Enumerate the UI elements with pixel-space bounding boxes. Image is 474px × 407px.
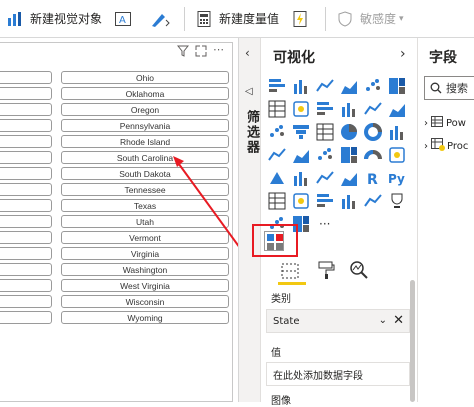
decomposition-tree-icon[interactable]: [291, 191, 311, 211]
treemap-icon[interactable]: [387, 122, 407, 142]
matrix-icon[interactable]: [339, 168, 359, 188]
category-field-well[interactable]: State ⌄ ✕: [266, 309, 410, 333]
shield-icon: [336, 10, 354, 28]
quick-measure-icon: [291, 10, 309, 28]
donut-icon[interactable]: [363, 122, 383, 142]
active-tab-indicator: [278, 282, 306, 285]
trophy-icon[interactable]: [387, 191, 407, 211]
filled-map-icon[interactable]: [291, 145, 311, 165]
svg-text:R: R: [367, 172, 378, 188]
image-label: 图像: [271, 396, 291, 407]
ribbon-divider: [184, 6, 186, 31]
category-field-value: State: [273, 315, 300, 327]
format-paint-roller-icon[interactable]: [317, 260, 335, 284]
table-name: Pow: [446, 117, 466, 129]
table-icon: [431, 116, 443, 130]
filter-pane-toggle-icon[interactable]: ◁: [245, 86, 253, 97]
field-table-item[interactable]: › Proc: [424, 138, 468, 154]
search-placeholder: 搜索: [446, 82, 468, 95]
chevron-down-icon: ▾: [399, 13, 404, 24]
stacked-column-icon[interactable]: [291, 76, 311, 96]
value-placeholder: 在此处添加数据字段: [273, 370, 363, 382]
new-visual-label: 新建视觉对象: [30, 12, 103, 26]
new-visual-icon: [6, 10, 24, 28]
chevron-right-icon[interactable]: ›: [400, 46, 406, 62]
highlight-box: [252, 224, 298, 257]
viz-pane-title: 可视化: [273, 50, 315, 66]
kpi-icon[interactable]: [267, 168, 287, 188]
value-label: 值: [271, 348, 281, 359]
report-canvas: ⋯ Ohio Oklahoma Oregon Pennsylvania Rhode Is…: [0, 38, 257, 402]
table-icon[interactable]: [315, 168, 335, 188]
close-icon[interactable]: ✕: [393, 313, 404, 328]
field-table-item[interactable]: › Pow: [424, 116, 466, 130]
fields-pane-title: 字段: [429, 50, 457, 66]
svg-text:···: ···: [319, 217, 330, 231]
table-selected-icon: [431, 138, 445, 154]
pie-icon[interactable]: [339, 122, 359, 142]
line-chart-icon[interactable]: [267, 99, 287, 119]
slicer-icon[interactable]: [291, 168, 311, 188]
funnel-icon[interactable]: [291, 122, 311, 142]
text-box-button[interactable]: A: [108, 0, 144, 38]
map-icon[interactable]: [267, 145, 287, 165]
chevron-down-icon[interactable]: ⌄: [379, 315, 387, 326]
chevron-right-icon[interactable]: ›: [424, 141, 428, 152]
shape-map-icon[interactable]: [315, 145, 335, 165]
new-measure-button[interactable]: 新建度量值: [189, 0, 285, 38]
stacked-bar-icon[interactable]: [267, 76, 287, 96]
text-box-icon: A: [114, 10, 132, 28]
key-influencers-icon[interactable]: [267, 191, 287, 211]
chevron-left-icon[interactable]: ‹: [245, 46, 250, 60]
waterfall-icon[interactable]: [267, 122, 287, 142]
analytics-magnifier-icon[interactable]: [349, 260, 369, 284]
custom-visual-icon[interactable]: [264, 231, 284, 251]
new-visual-button[interactable]: 新建视觉对象: [0, 0, 108, 38]
r-visual-icon[interactable]: R: [363, 168, 383, 188]
ribbon-chart-icon[interactable]: [387, 99, 407, 119]
sensitivity-button[interactable]: 敏感度 ▾: [330, 0, 410, 38]
azure-map-icon[interactable]: [339, 145, 359, 165]
paginated-icon[interactable]: [363, 191, 383, 211]
search-icon: [430, 79, 442, 98]
gauge-icon[interactable]: [363, 145, 383, 165]
paint-visual-icon: [150, 10, 170, 28]
visualizations-pane: 可视化 › R Py ···: [260, 38, 417, 402]
filters-label: 筛选器: [244, 110, 259, 155]
area-chart-icon[interactable]: [291, 99, 311, 119]
100-column-icon[interactable]: [387, 76, 407, 96]
annotation-arrow: [173, 156, 257, 271]
100-bar-icon[interactable]: [363, 76, 383, 96]
chevron-right-icon[interactable]: ›: [424, 118, 428, 129]
more-visuals-button[interactable]: [144, 0, 180, 38]
calculator-icon: [195, 10, 213, 28]
build-visual-tab[interactable]: [280, 262, 300, 284]
narrative-icon[interactable]: [339, 191, 359, 211]
fields-search-box[interactable]: 搜索: [424, 76, 474, 100]
ribbon-divider: [325, 6, 327, 31]
qa-icon[interactable]: [315, 191, 335, 211]
stacked-area-icon[interactable]: [315, 99, 335, 119]
line-column-icon[interactable]: [339, 99, 359, 119]
more-visuals-icon[interactable]: ···: [315, 214, 335, 234]
clustered-bar-icon[interactable]: [315, 76, 335, 96]
viz-pane-scrollbar[interactable]: [410, 280, 415, 402]
quick-measure-button[interactable]: [285, 0, 321, 38]
svg-text:A: A: [119, 15, 126, 26]
python-visual-icon[interactable]: Py: [387, 168, 407, 188]
value-field-well[interactable]: 在此处添加数据字段: [266, 362, 410, 386]
card-icon[interactable]: [387, 145, 407, 165]
clustered-column-icon[interactable]: [339, 76, 359, 96]
fields-pane: 字段 搜索 › Pow › Proc: [417, 38, 474, 402]
new-measure-label: 新建度量值: [219, 12, 280, 26]
filters-pane-collapsed[interactable]: ‹ ◁ 筛选器: [238, 38, 260, 402]
table-name: Proc: [447, 140, 469, 152]
ribbon: 新建视觉对象 A 新建度量值 敏感度 ▾: [0, 0, 474, 38]
category-label: 类别: [271, 294, 291, 305]
scatter-icon[interactable]: [315, 122, 335, 142]
line-clustered-icon[interactable]: [363, 99, 383, 119]
svg-text:Py: Py: [388, 172, 405, 186]
sensitivity-label: 敏感度: [360, 12, 397, 26]
